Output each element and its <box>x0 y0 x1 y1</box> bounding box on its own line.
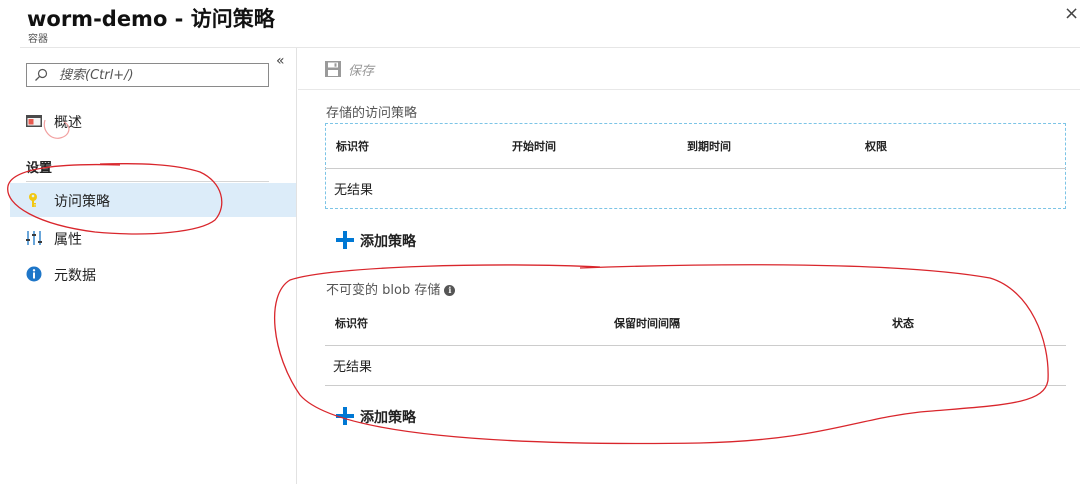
sidebar-item-metadata[interactable]: 元数据 <box>10 257 296 291</box>
sidebar-item-overview[interactable]: 概述 <box>10 104 296 138</box>
collapse-sidebar-icon[interactable]: « <box>276 53 285 69</box>
plus-icon <box>336 407 354 425</box>
column-header: 标识符 <box>336 140 369 153</box>
sidebar-item-label: 访问策略 <box>54 194 110 210</box>
add-policy-label: 添加策略 <box>360 410 416 426</box>
sidebar-item-label: 概述 <box>54 115 82 131</box>
immutable-storage-table: 标识符 保留时间间隔 状态 无结果 <box>325 301 1066 387</box>
column-header: 权限 <box>865 140 887 153</box>
column-header: 标识符 <box>335 317 368 330</box>
page-subtitle: 容器 <box>28 34 48 45</box>
table-row-divider <box>325 385 1066 386</box>
close-icon[interactable]: × <box>1064 4 1079 24</box>
add-policy-label: 添加策略 <box>360 234 416 250</box>
stored-policy-title: 存储的访问策略 <box>326 106 418 121</box>
empty-result: 无结果 <box>334 183 374 198</box>
toolbar: 保存 <box>298 48 1080 90</box>
sidebar-item-label: 元数据 <box>54 268 96 284</box>
table-row-divider <box>325 345 1066 346</box>
section-divider <box>26 181 269 182</box>
table-row-divider <box>325 168 1066 169</box>
sidebar-item-properties[interactable]: 属性 <box>10 221 296 255</box>
sidebar-item-access-policy[interactable]: 访问策略 <box>10 183 296 217</box>
search-input[interactable] <box>59 66 264 84</box>
sidebar-item-label: 属性 <box>54 232 82 248</box>
properties-icon <box>26 231 42 245</box>
immutable-storage-title: 不可变的 blob 存储 i <box>326 279 456 298</box>
column-header: 状态 <box>892 317 914 330</box>
info-icon <box>26 266 42 282</box>
column-header: 保留时间间隔 <box>614 317 680 330</box>
page-title: worm-demo - 访问策略 <box>27 7 275 31</box>
overview-icon <box>26 115 42 127</box>
immutable-storage-title-text: 不可变的 blob 存储 <box>326 283 441 298</box>
search-box[interactable] <box>26 63 269 87</box>
info-icon[interactable]: i <box>444 285 456 296</box>
column-header: 到期时间 <box>687 140 731 153</box>
settings-section-label: 设置 <box>26 161 53 176</box>
stored-policy-table: 标识符 开始时间 到期时间 权限 无结果 <box>325 123 1066 209</box>
empty-result: 无结果 <box>333 360 373 375</box>
blade-header: worm-demo - 访问策略 容器 × <box>0 0 1080 48</box>
key-icon <box>29 193 37 207</box>
save-icon <box>325 61 341 77</box>
save-label: 保存 <box>348 64 375 79</box>
plus-icon <box>336 231 354 249</box>
main-content: 保存 存储的访问策略 标识符 开始时间 到期时间 权限 无结果 添加策略 不可变… <box>298 48 1080 484</box>
column-header: 开始时间 <box>512 140 556 153</box>
search-icon <box>35 68 48 81</box>
sidebar: « 概述 设置 访问策略 属性 <box>0 48 297 484</box>
